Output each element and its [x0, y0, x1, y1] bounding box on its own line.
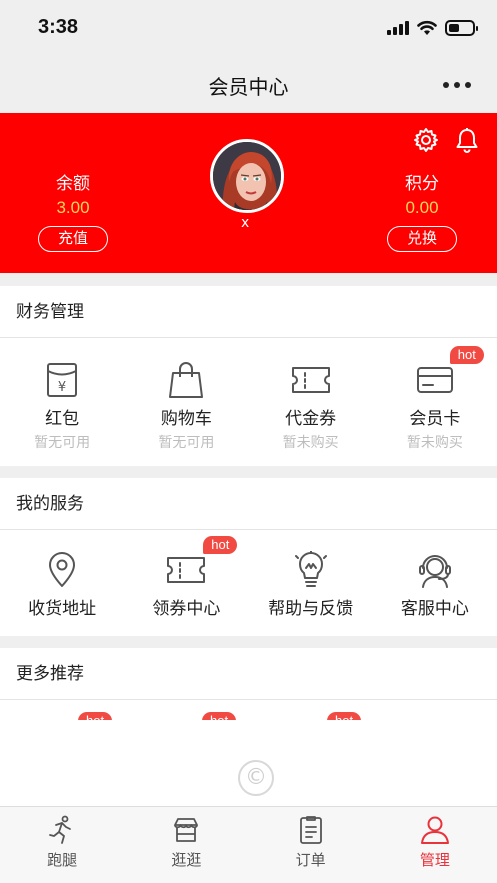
recharge-button[interactable]: 充值: [38, 226, 108, 252]
finance-item-member-card[interactable]: hot 会员卡 暂未购买: [373, 346, 497, 452]
finance-item-red-envelope[interactable]: ¥ 红包 暂无可用: [0, 360, 124, 452]
service-item-label: 客服中心: [400, 599, 469, 619]
finance-item-label: 红包: [45, 409, 80, 429]
section-title-services: 我的服务: [0, 478, 497, 530]
member-card-icon: [416, 367, 453, 393]
service-item-customer-service[interactable]: 客服中心: [373, 550, 497, 619]
balance-value: 3.00: [56, 198, 90, 217]
hot-badge: hot: [203, 536, 238, 554]
store-icon: [174, 818, 199, 842]
status-time: 3:38: [38, 16, 79, 38]
points-label: 积分: [405, 174, 439, 194]
finance-item-status: 暂无可用: [34, 435, 91, 451]
copyright-mark: ©: [238, 760, 274, 796]
lightbulb-icon: [294, 551, 327, 587]
tab-browse[interactable]: 逛逛: [124, 807, 248, 883]
location-pin-icon: [49, 552, 76, 587]
recommend-list: hot hot hot: [0, 700, 497, 720]
finance-item-status: 暂无可用: [158, 435, 215, 451]
cellular-signal-icon: [387, 21, 409, 35]
section-title-recommend: 更多推荐: [0, 648, 497, 700]
redeem-button[interactable]: 兑换: [387, 226, 457, 252]
service-item-help-feedback[interactable]: 帮助与反馈: [249, 550, 373, 619]
notification-bell-icon[interactable]: [455, 127, 479, 153]
user-icon: [420, 816, 449, 844]
settings-gear-icon[interactable]: [413, 127, 439, 153]
finance-item-label: 代金券: [285, 409, 337, 429]
hot-badge: hot: [449, 346, 484, 364]
hot-badge: hot: [327, 712, 362, 720]
finance-item-status: 暂未购买: [282, 435, 339, 451]
nav-bar: 会员中心: [0, 58, 497, 113]
tab-label: 订单: [295, 851, 326, 869]
tab-label: 跑腿: [47, 851, 78, 869]
recommend-section: 更多推荐 hot hot hot ©: [0, 648, 497, 806]
points-value: 0.00: [405, 198, 439, 217]
avatar[interactable]: [210, 139, 284, 213]
balance-block: 余额 3.00 充值: [38, 169, 108, 252]
customer-service-icon: [418, 555, 451, 588]
finance-item-label: 购物车: [160, 409, 212, 429]
order-icon: [299, 816, 322, 844]
balance-label: 余额: [56, 174, 90, 194]
section-title-finance: 财务管理: [0, 286, 497, 338]
service-item-label: 收货地址: [28, 599, 97, 619]
tab-label: 逛逛: [171, 851, 202, 869]
tab-errand[interactable]: 跑腿: [0, 807, 124, 883]
more-options-icon[interactable]: [443, 82, 471, 88]
runner-icon: [49, 815, 72, 844]
page-title: 会员中心: [208, 75, 289, 99]
finance-item-shopping-cart[interactable]: 购物车 暂无可用: [124, 360, 248, 452]
service-item-label: 帮助与反馈: [268, 599, 354, 619]
tab-label: 管理: [419, 851, 450, 869]
tab-manage[interactable]: 管理: [373, 807, 497, 883]
status-bar: 3:38: [0, 0, 497, 58]
hot-badge: hot: [202, 712, 237, 720]
battery-icon: [445, 20, 478, 36]
shopping-bag-icon: [169, 362, 204, 398]
service-item-label: 领券中心: [152, 599, 221, 619]
hot-badge: hot: [78, 712, 113, 720]
bottom-tab-bar: 跑腿 逛逛 订单 管理: [0, 806, 497, 883]
finance-item-voucher[interactable]: 代金券 暂未购买: [249, 360, 373, 452]
service-item-coupon-center[interactable]: hot 领券中心: [124, 536, 248, 619]
service-item-address[interactable]: 收货地址: [0, 550, 124, 619]
services-section: 我的服务 收货地址 hot 领券中心 帮助与反馈 客服中心: [0, 478, 497, 636]
coupon-icon: [167, 557, 206, 583]
finance-item-label: 会员卡: [409, 409, 461, 429]
tab-orders[interactable]: 订单: [249, 807, 373, 883]
status-icons: [387, 20, 478, 36]
member-header: 余额 3.00 充值 x 积分 0.00 兑换: [0, 113, 497, 273]
points-block: 积分 0.00 兑换: [387, 169, 457, 252]
avatar-caption: x: [241, 215, 250, 231]
svg-text:¥: ¥: [58, 380, 66, 395]
finance-item-status: 暂未购买: [406, 435, 463, 451]
voucher-icon: [291, 367, 330, 393]
red-envelope-icon: ¥: [47, 363, 78, 397]
wifi-icon: [417, 20, 437, 35]
finance-section: 财务管理 ¥ 红包 暂无可用 购物车 暂无可用 代金券 暂未购买 hot 会员卡…: [0, 286, 497, 466]
